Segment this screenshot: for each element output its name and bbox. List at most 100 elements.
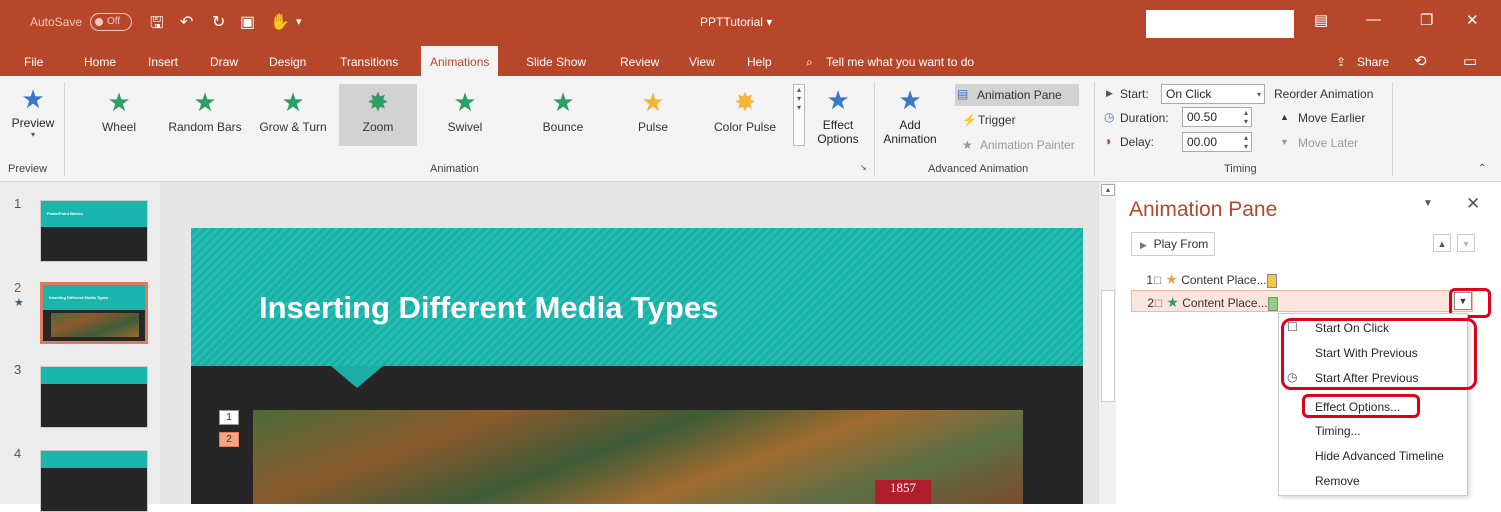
move-later-button[interactable]: Move Later — [1298, 136, 1358, 150]
slide-number: 4 — [14, 446, 22, 461]
menu-hide-advanced-timeline[interactable]: Hide Advanced Timeline — [1315, 449, 1444, 463]
tab-animations[interactable]: Animations — [421, 46, 499, 76]
effect-options-label-1: Effect — [822, 118, 854, 132]
slide-canvas[interactable]: Inserting Different Media Types 1857 — [191, 228, 1083, 504]
slide-thumbnail-1[interactable]: PowerPoint Basics — [40, 200, 148, 262]
account-box[interactable] — [1146, 10, 1294, 38]
move-down-icon[interactable]: ▼ — [1457, 234, 1475, 252]
pulse-icon: ★ — [641, 87, 665, 117]
slide-thumbnail-3[interactable] — [40, 366, 148, 428]
tab-view[interactable]: View — [689, 46, 715, 76]
slide-number: 1 — [14, 196, 22, 211]
effect-label: Zoom — [362, 120, 394, 134]
slide-scrollbar[interactable]: ▴ — [1098, 182, 1116, 504]
touch-mode-icon[interactable]: ✋ — [270, 12, 290, 32]
animation-tag-2[interactable]: 2 — [219, 432, 239, 447]
animation-tag-1[interactable]: 1 — [219, 410, 239, 425]
redo-icon[interactable]: ↻ — [212, 12, 225, 32]
close-icon[interactable]: ✕ — [1466, 194, 1480, 214]
move-up-icon[interactable]: ▲ — [1433, 234, 1451, 252]
slide-number: 3 — [14, 362, 22, 377]
share-button[interactable]: Share — [1357, 46, 1389, 76]
tab-file[interactable]: File — [24, 46, 43, 76]
effect-grow-turn[interactable]: ★ Grow & Turn — [254, 84, 332, 146]
start-select[interactable]: On Click ▾ — [1161, 84, 1265, 104]
tab-slide-show[interactable]: Slide Show — [526, 46, 586, 76]
effect-label: Pulse — [637, 120, 669, 134]
menu-remove[interactable]: Remove — [1315, 474, 1360, 488]
slide-thumbnail-4[interactable] — [40, 450, 148, 512]
history-icon[interactable]: ⟲ — [1414, 46, 1427, 76]
effect-random-bars[interactable]: ★ Random Bars — [164, 84, 246, 146]
tab-insert[interactable]: Insert — [148, 46, 178, 76]
tab-help[interactable]: Help — [747, 46, 772, 76]
tab-transitions[interactable]: Transitions — [340, 46, 398, 76]
start-label: Start: — [1120, 87, 1149, 101]
customize-qat-icon[interactable]: ▾ — [296, 15, 302, 28]
tab-review[interactable]: Review — [620, 46, 659, 76]
play-from-button[interactable]: ▶ Play From — [1131, 232, 1215, 256]
thumb-band — [41, 367, 147, 384]
play-from-label: Play From — [1153, 237, 1209, 251]
tell-me-input[interactable]: Tell me what you want to do — [826, 46, 974, 76]
effect-options-button[interactable]: ★ Effect Options — [812, 82, 864, 146]
timeline-bar[interactable] — [1266, 273, 1277, 288]
share-icon[interactable]: ⇪ — [1336, 46, 1346, 76]
timeline-bar[interactable] — [1267, 296, 1278, 311]
preview-button[interactable]: ★ Preview ▾ — [8, 82, 58, 139]
group-label-advanced: Advanced Animation — [928, 163, 1029, 175]
preview-label: Preview — [11, 116, 55, 130]
ribbon-display-icon[interactable]: ▤ — [1314, 11, 1328, 29]
duration-input[interactable]: 00.50 ▴ ▾ — [1182, 107, 1252, 127]
effect-color-pulse[interactable]: ✸ Color Pulse — [703, 84, 787, 146]
save-icon[interactable]: 🖫 — [150, 12, 164, 39]
document-title[interactable]: PPTTutorial ▾ — [700, 15, 772, 29]
mouse-click-icon: ☐ — [1153, 276, 1162, 287]
effect-wheel[interactable]: ★ Wheel — [80, 84, 158, 146]
animation-pane-button[interactable]: ▤ Animation Pane — [955, 84, 1079, 106]
spinner-arrows[interactable]: ▴ ▾ — [1244, 108, 1248, 126]
effect-pulse[interactable]: ★ Pulse — [614, 84, 692, 146]
tab-home[interactable]: Home — [84, 46, 116, 76]
effect-swivel[interactable]: ★ Swivel — [426, 84, 504, 146]
move-earlier-button[interactable]: Move Earlier — [1298, 111, 1365, 125]
comments-icon[interactable]: ▭ — [1463, 46, 1477, 76]
slide-number: 2 — [14, 280, 22, 295]
dialog-launcher-icon[interactable]: ↘ — [860, 163, 867, 172]
seal-logo: 1857 — [875, 480, 931, 504]
restore-icon[interactable]: ❐ — [1420, 11, 1433, 29]
minimize-icon[interactable]: — — [1366, 11, 1381, 28]
present-icon[interactable]: ▣ — [240, 12, 255, 32]
scroll-up-icon[interactable]: ▴ — [1101, 184, 1115, 196]
scroll-thumb[interactable] — [1101, 290, 1115, 402]
tab-draw[interactable]: Draw — [210, 46, 238, 76]
slide-title[interactable]: Inserting Different Media Types — [259, 290, 718, 326]
item-number: 1 — [1146, 273, 1153, 287]
entrance-star-icon: ★ — [1165, 271, 1178, 287]
undo-icon[interactable]: ↶ — [180, 12, 193, 32]
effect-bounce[interactable]: ★ Bounce — [524, 84, 602, 146]
delay-input[interactable]: 00.00 ▴ ▾ — [1182, 132, 1252, 152]
item-label: Content Place... — [1182, 296, 1268, 310]
divider — [1094, 82, 1095, 176]
pane-options-icon[interactable]: ▼ — [1423, 198, 1433, 209]
search-icon[interactable]: ⌕ — [806, 46, 813, 76]
preview-star-icon: ★ — [21, 84, 45, 114]
item-number: 2 — [1147, 296, 1154, 310]
autosave-toggle[interactable]: Off — [90, 13, 132, 31]
animation-item-2[interactable]: 2☐ ★ Content Place... ▼ — [1131, 290, 1473, 312]
chevron-down-icon: ▾ — [30, 130, 35, 139]
tab-design[interactable]: Design — [269, 46, 306, 76]
animation-item-1[interactable]: 1☐ ★ Content Place... — [1131, 268, 1473, 290]
gallery-scroll[interactable]: ▴ ▾ ▾ — [793, 84, 805, 146]
close-icon[interactable]: ✕ — [1466, 11, 1479, 29]
animation-painter-button[interactable]: Animation Painter — [980, 138, 1075, 152]
trigger-button[interactable]: Trigger — [978, 113, 1016, 127]
effect-zoom[interactable]: ✸ Zoom — [339, 84, 417, 146]
collapse-ribbon-icon[interactable]: ⌃ — [1478, 163, 1486, 174]
spinner-arrows[interactable]: ▴ ▾ — [1244, 133, 1248, 151]
menu-timing[interactable]: Timing... — [1315, 424, 1361, 438]
slide-thumbnail-2[interactable]: Inserting Different Media Types — [40, 282, 148, 344]
color-pulse-icon: ✸ — [734, 87, 756, 117]
add-animation-button[interactable]: ★ Add Animation — [880, 82, 940, 146]
